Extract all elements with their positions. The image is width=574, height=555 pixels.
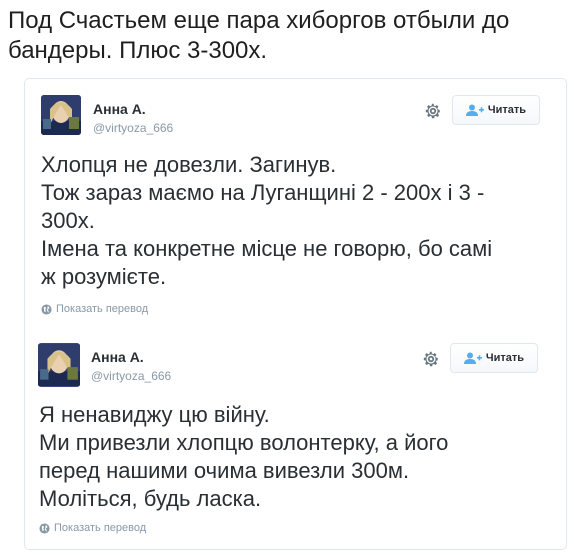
avatar[interactable]	[38, 343, 80, 387]
caption-line: Под Счастьем еще пара хиборгов отбыли до	[8, 7, 510, 34]
translate-link[interactable]: Показать перевод	[39, 522, 146, 534]
author-handle[interactable]: @virtyoza_666	[91, 369, 171, 383]
globe-icon	[41, 303, 52, 315]
follow-button[interactable]: Читать	[452, 95, 540, 125]
tweet-text-line: Хлопця не довезли. Загинув.	[41, 152, 337, 177]
tweet-text: Я ненавиджу цю війну. Ми привезли хлопцю…	[39, 401, 544, 513]
tweet-text-line: Імена та конкретне місце не говорю, бо с…	[41, 236, 493, 261]
follow-button[interactable]: Читать	[450, 343, 538, 373]
tweet-text: Хлопця не довезли. Загинув. Тож зараз ма…	[41, 151, 546, 291]
tweet-text-line: Ми привезли хлопцю волонтерку, а його	[39, 430, 449, 455]
gear-icon[interactable]	[422, 350, 440, 368]
author-name[interactable]: Анна А.	[93, 101, 146, 117]
globe-icon	[39, 522, 50, 534]
tweet-text-line: перед нашими очима вивезли 300м.	[39, 458, 410, 483]
caption-line: бандеры. Плюс 3-300х.	[8, 37, 268, 64]
avatar[interactable]	[41, 95, 81, 135]
post-caption: Под Счастьем еще пара хиборгов отбыли до…	[8, 6, 568, 66]
embedded-tweets-card: Анна А. @virtyoza_666 Читать Хлопця не д…	[24, 78, 567, 550]
translate-label: Показать перевод	[56, 303, 149, 315]
translate-label: Показать перевод	[54, 522, 147, 534]
follow-label: Читать	[485, 352, 525, 364]
tweet-text-line: Я ненавиджу цю війну.	[39, 402, 270, 427]
avatar-image	[38, 344, 80, 386]
follow-label: Читать	[487, 104, 527, 116]
tweet-text-line: Тож зараз маємо на Луганщині 2 - 200х і …	[41, 180, 485, 205]
translate-link[interactable]: Показать перевод	[41, 303, 148, 315]
tweet-text-line: Моліться, будь ласка.	[39, 486, 262, 511]
author-name[interactable]: Анна А.	[91, 349, 144, 365]
avatar-image	[41, 95, 81, 135]
tweet-text-line: 300х.	[41, 208, 95, 233]
gear-icon[interactable]	[424, 102, 442, 120]
add-user-icon	[465, 104, 484, 116]
author-handle[interactable]: @virtyoza_666	[93, 121, 173, 135]
tweet-text-line: ж розумієте.	[41, 264, 167, 289]
add-user-icon	[463, 352, 482, 364]
